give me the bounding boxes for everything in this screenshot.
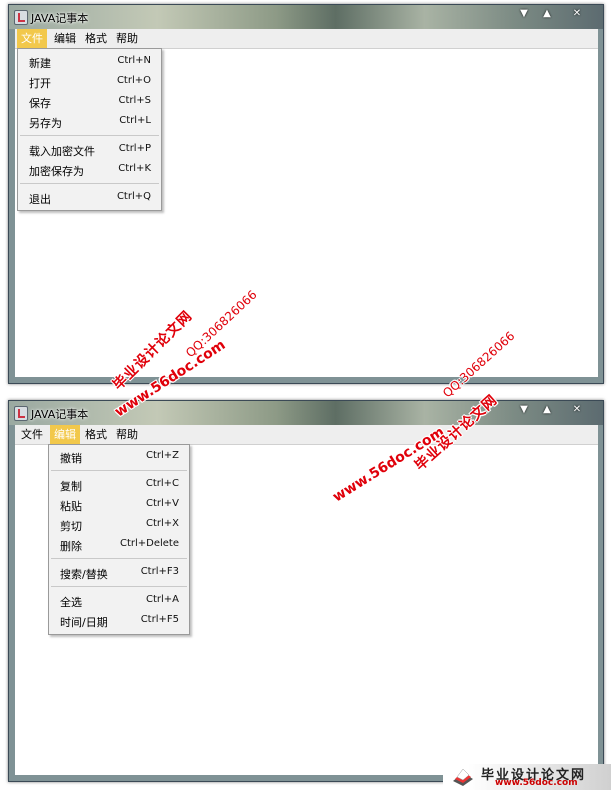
menu-item-label: 加密保存为 (29, 165, 84, 178)
menu-item-label: 粘贴 (60, 500, 82, 513)
menu-item-label: 新建 (29, 57, 51, 70)
minimize-button[interactable]: ▼ (514, 7, 534, 21)
menu-item-label: 全选 (60, 596, 82, 609)
menu-item-search-replace[interactable]: 搜索/替换 Ctrl+F3 (49, 563, 189, 583)
menu-item-shortcut: Ctrl+C (145, 478, 179, 489)
menu-item-shortcut: Ctrl+F3 (140, 566, 179, 577)
window-title: JAVA记事本 (31, 12, 89, 25)
menu-item-shortcut: Ctrl+O (116, 75, 151, 86)
menu-item-shortcut: Ctrl+Delete (119, 538, 179, 549)
menu-item-label: 时间/日期 (60, 616, 108, 629)
menu-item-shortcut: Ctrl+V (145, 498, 179, 509)
menu-item-exit[interactable]: 退出 Ctrl+Q (18, 188, 161, 208)
menu-item-label: 退出 (29, 193, 51, 206)
menu-item-shortcut: Ctrl+F5 (140, 614, 179, 625)
edit-dropdown-menu: 撤销 Ctrl+Z 复制 Ctrl+C 粘贴 Ctrl+V 剪切 Ctrl+X … (48, 444, 190, 635)
maximize-button[interactable]: ▲ (537, 403, 557, 417)
menu-item-label: 剪切 (60, 520, 82, 533)
menu-help[interactable]: 帮助 (112, 425, 142, 444)
menu-item-label: 撤销 (60, 452, 82, 465)
menu-item-cut[interactable]: 剪切 Ctrl+X (49, 515, 189, 535)
menu-item-shortcut: Ctrl+S (118, 95, 151, 106)
close-button[interactable]: ✕ (567, 7, 587, 21)
menu-separator (51, 586, 187, 587)
menu-item-delete[interactable]: 删除 Ctrl+Delete (49, 535, 189, 555)
file-dropdown-menu: 新建 Ctrl+N 打开 Ctrl+O 保存 Ctrl+S 另存为 Ctrl+L… (17, 48, 162, 211)
menu-separator (51, 470, 187, 471)
window-title: JAVA记事本 (31, 408, 89, 421)
menu-item-shortcut: Ctrl+X (145, 518, 179, 529)
menu-item-select-all[interactable]: 全选 Ctrl+A (49, 591, 189, 611)
menu-item-shortcut: Ctrl+K (118, 163, 151, 174)
menu-separator (51, 558, 187, 559)
minimize-button[interactable]: ▼ (514, 403, 534, 417)
menu-item-time-date[interactable]: 时间/日期 Ctrl+F5 (49, 611, 189, 631)
menu-file[interactable]: 文件 (17, 425, 47, 444)
menu-item-save-as[interactable]: 另存为 Ctrl+L (18, 112, 161, 132)
menu-item-shortcut: Ctrl+Q (116, 191, 151, 202)
menu-separator (20, 135, 159, 136)
frame-right (598, 425, 603, 781)
title-bar[interactable]: JAVA记事本 ▼ ▲ ✕ (9, 5, 603, 29)
menu-help[interactable]: 帮助 (112, 29, 142, 48)
frame-bottom (9, 377, 603, 383)
menu-edit[interactable]: 编辑 (50, 29, 80, 48)
menu-item-shortcut: Ctrl+P (118, 143, 151, 154)
title-bar[interactable]: JAVA记事本 ▼ ▲ ✕ (9, 401, 603, 425)
menu-separator (20, 183, 159, 184)
menu-item-label: 复制 (60, 480, 82, 493)
menu-item-label: 打开 (29, 77, 51, 90)
menu-item-label: 另存为 (29, 117, 62, 130)
menu-item-undo[interactable]: 撤销 Ctrl+Z (49, 447, 189, 467)
frame-right (598, 29, 603, 383)
menu-item-shortcut: Ctrl+A (145, 594, 179, 605)
java-app-icon[interactable] (14, 10, 28, 25)
menu-format[interactable]: 格式 (81, 425, 111, 444)
menu-item-label: 保存 (29, 97, 51, 110)
menu-item-encrypt-save-as[interactable]: 加密保存为 Ctrl+K (18, 160, 161, 180)
book-logo-icon (453, 768, 473, 786)
menu-item-open[interactable]: 打开 Ctrl+O (18, 72, 161, 92)
close-button[interactable]: ✕ (567, 403, 587, 417)
logo-url-text: www.56doc.com (495, 778, 578, 788)
menu-item-shortcut: Ctrl+Z (145, 450, 179, 461)
notepad-window-edit-menu: JAVA记事本 ▼ ▲ ✕ 文件 编辑 格式 帮助 撤销 Ctrl+Z 复制 C… (8, 400, 604, 782)
menu-item-shortcut: Ctrl+L (119, 115, 151, 126)
menu-item-load-encrypted[interactable]: 载入加密文件 Ctrl+P (18, 140, 161, 160)
site-logo: 毕业设计论文网 www.56doc.com (443, 764, 611, 790)
menu-item-copy[interactable]: 复制 Ctrl+C (49, 475, 189, 495)
menu-bar: 文件 编辑 格式 帮助 (15, 425, 598, 445)
menu-file[interactable]: 文件 (17, 29, 47, 48)
menu-item-new[interactable]: 新建 Ctrl+N (18, 52, 161, 72)
menu-format[interactable]: 格式 (81, 29, 111, 48)
menu-item-label: 删除 (60, 540, 82, 553)
menu-item-save[interactable]: 保存 Ctrl+S (18, 92, 161, 112)
java-app-icon[interactable] (14, 406, 28, 421)
menu-item-label: 搜索/替换 (60, 568, 108, 581)
menu-item-paste[interactable]: 粘贴 Ctrl+V (49, 495, 189, 515)
menu-edit[interactable]: 编辑 (50, 425, 80, 444)
notepad-window-file-menu: JAVA记事本 ▼ ▲ ✕ 文件 编辑 格式 帮助 新建 Ctrl+N 打开 C… (8, 4, 604, 384)
menu-item-label: 载入加密文件 (29, 145, 95, 158)
menu-item-shortcut: Ctrl+N (117, 55, 151, 66)
maximize-button[interactable]: ▲ (537, 7, 557, 21)
menu-bar: 文件 编辑 格式 帮助 (15, 29, 598, 49)
